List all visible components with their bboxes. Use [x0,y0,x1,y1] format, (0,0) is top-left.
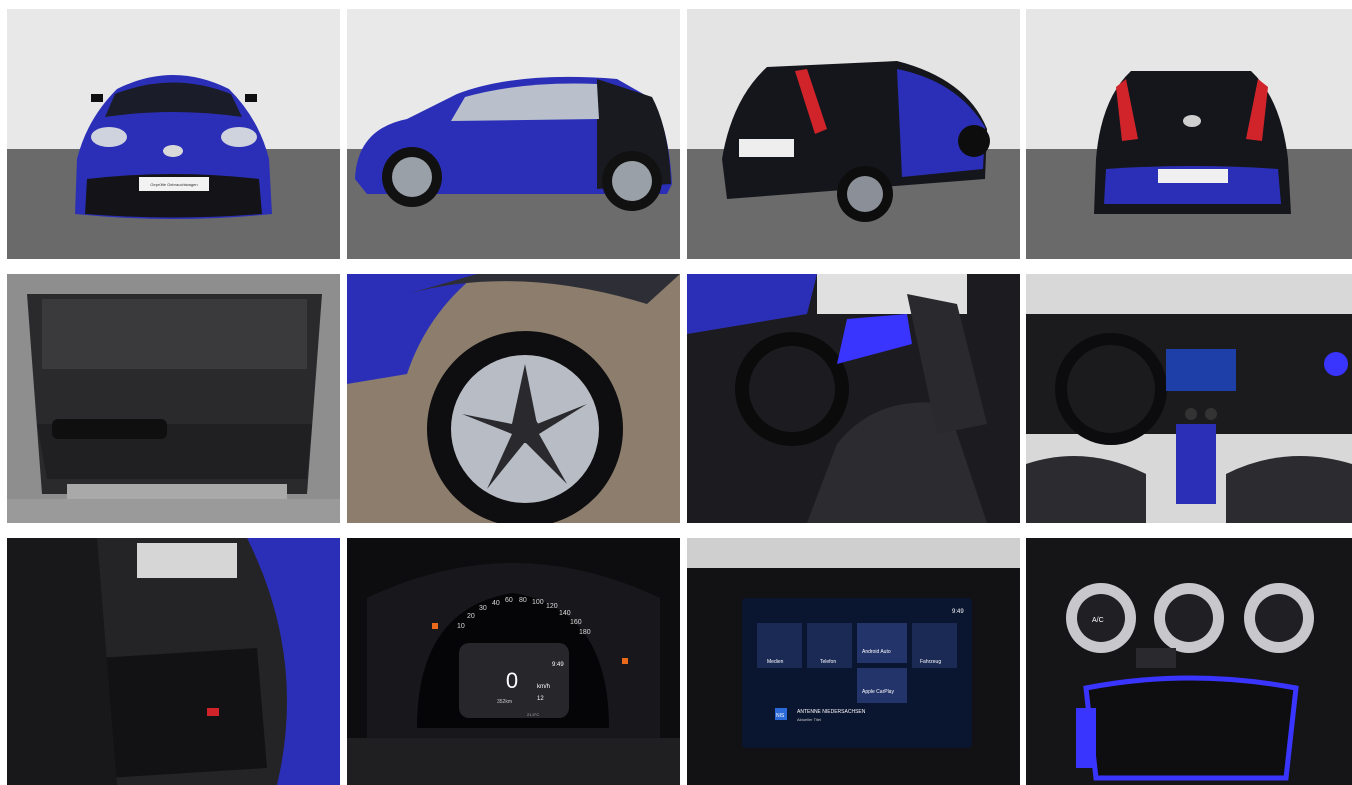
tile-media-label: Medien [767,659,784,665]
range-value: 352km [497,699,512,705]
tile-carplay[interactable] [857,668,907,703]
photo-rear-three-quarter[interactable] [687,9,1020,259]
photo-side-exterior[interactable] [347,9,680,259]
radio-track: Aktueller Titel [797,717,821,722]
tick-140: 140 [559,610,571,617]
tick-80: 80 [519,597,527,604]
tile-vehicle-label: Fahrzeug [920,659,941,665]
tile-phone-label: Telefon [820,659,836,665]
photo-infotainment[interactable]: 9:49 Medien Telefon Android Auto Fahrzeu… [687,538,1020,785]
tick-60: 60 [505,597,513,604]
cluster-time: 9:49 [552,662,564,668]
photo-instrument-cluster[interactable]: 10 20 30 40 60 80 100 120 140 160 180 0 … [347,538,680,785]
tick-20: 20 [467,613,475,620]
photo-rear-seats[interactable] [7,538,340,785]
photo-front-exterior[interactable]: Geprüfte Gebrauchtwagen [7,9,340,259]
odometer-value: 12 [537,696,544,702]
temp-value: 21.5°C [527,712,539,717]
tile-android-label: Android Auto [862,649,891,655]
tick-40: 40 [492,600,500,607]
plate-text: Geprüfte Gebrauchtwagen [150,182,197,187]
photo-climate-controls[interactable]: A/C [1026,538,1352,785]
tick-100: 100 [532,599,544,606]
ac-label: A/C [1092,617,1104,624]
tick-10: 10 [457,623,465,630]
tick-30: 30 [479,605,487,612]
photo-trunk[interactable] [7,274,340,523]
photo-dashboard[interactable] [1026,274,1352,523]
radio-station: ANTENNE NIEDERSACHSEN [797,709,866,715]
tick-160: 160 [570,619,582,626]
speed-value: 0 [506,668,518,693]
speed-unit: km/h [537,684,550,690]
photo-rear-exterior[interactable] [1026,9,1352,259]
screen-time: 9:49 [952,609,964,615]
photo-alloy-wheel[interactable] [347,274,680,523]
tile-carplay-label: Apple CarPlay [862,689,894,695]
tick-120: 120 [546,603,558,610]
photo-front-seats[interactable] [687,274,1020,523]
tick-180: 180 [579,629,591,636]
radio-badge: NIS [776,713,785,719]
tile-android-auto[interactable] [857,623,907,663]
